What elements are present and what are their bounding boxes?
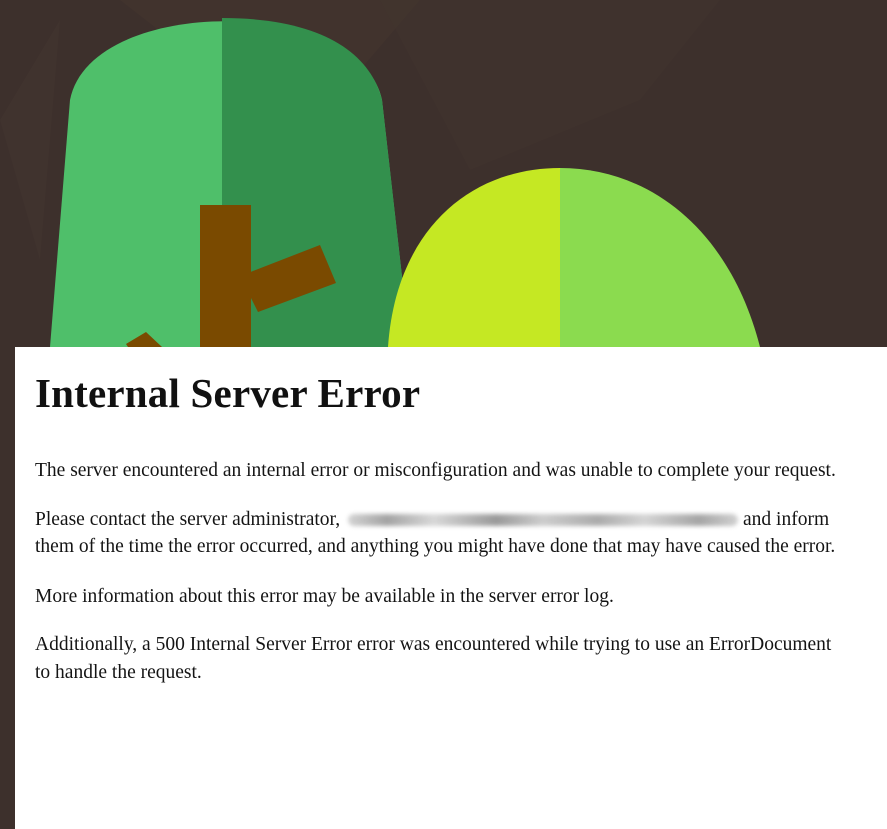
error-description: The server encountered an internal error… — [35, 460, 836, 481]
contact-admin-text: Please contact the server administrator, — [35, 508, 341, 530]
redacted-email-icon — [348, 514, 739, 527]
errordocument-note: Additionally, a 500 Internal Server Erro… — [35, 634, 832, 683]
error-panel: Internal Server Error The server encount… — [15, 347, 887, 829]
error-title: Internal Server Error — [35, 370, 421, 416]
contact-admin-paragraph: Please contact the server administrator,… — [35, 506, 847, 561]
error-log-note: More information about this error may be… — [35, 585, 614, 607]
